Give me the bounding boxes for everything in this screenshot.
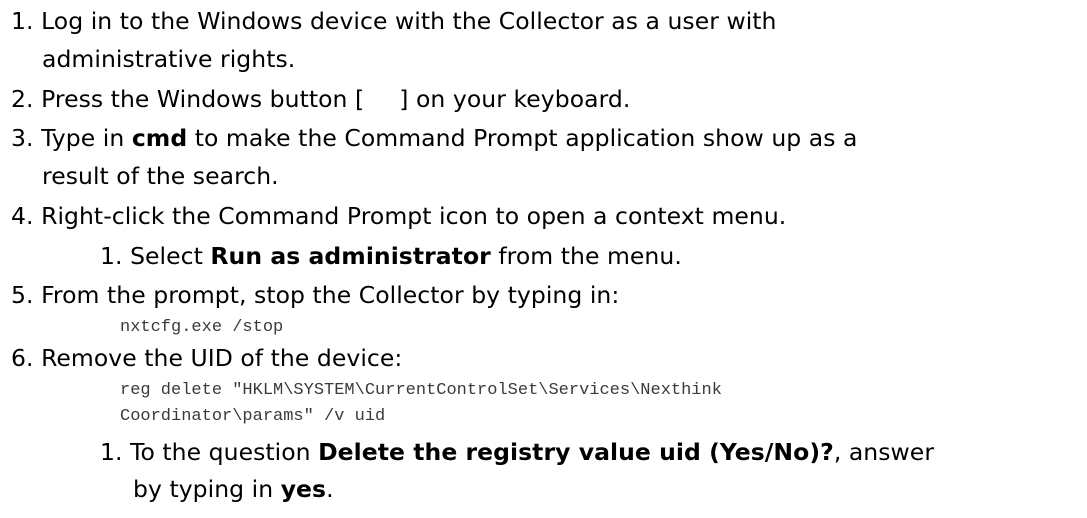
step-3-continuation: result of the search. [42,162,279,190]
step-number: 3. [11,124,34,152]
step-text: Log in to the Windows device with the Co… [41,7,777,35]
instructions-document: 1. Log in to the Windows device with the… [0,0,1087,518]
step-number: 5. [11,281,34,309]
substep-text: . [326,475,334,503]
step-text: ] on your keyboard. [399,85,631,113]
command-name: cmd [131,124,188,152]
step-4-substep-1: 1. Select Run as administrator from the … [100,241,682,271]
step-4: 4. Right-click the Command Prompt icon t… [11,201,786,231]
registry-command-code-line-1: reg delete "HKLM\SYSTEM\CurrentControlSe… [120,381,722,400]
substep-text: from the menu. [490,242,682,270]
step-1-continuation: administrative rights. [42,45,296,73]
substep-text: by typing in [133,475,281,503]
step-text: Right-click the Command Prompt icon to o… [41,202,787,230]
substep-number: 1. [100,242,123,270]
substep-number: 1. [100,438,123,466]
step-number: 2. [11,85,34,113]
substep-text: , answer [833,438,935,466]
answer-text: yes [280,475,327,503]
step-number: 6. [11,344,34,372]
step-1: 1. Log in to the Windows device with the… [11,6,777,36]
step-text: Type in [41,124,132,152]
step-6-substep-1-continuation: by typing in yes. [133,474,334,504]
step-text: Remove the UID of the device: [41,344,403,372]
menu-option-name: Run as administrator [210,242,491,270]
step-6: 6. Remove the UID of the device: [11,343,402,373]
step-2: 2. Press the Windows button [ ] on your k… [11,84,630,114]
substep-text: To the question [130,438,319,466]
prompt-question: Delete the registry value uid (Yes/No)? [318,438,834,466]
step-number: 4. [11,202,34,230]
stop-command-code: nxtcfg.exe /stop [120,318,284,337]
step-6-substep-1: 1. To the question Delete the registry v… [100,437,934,467]
step-text: From the prompt, stop the Collector by t… [41,281,620,309]
step-5: 5. From the prompt, stop the Collector b… [11,280,619,310]
step-text: to make the Command Prompt application s… [187,124,858,152]
step-text: Press the Windows button [ [41,85,365,113]
step-number: 1. [11,7,34,35]
step-3: 3. Type in cmd to make the Command Promp… [11,123,858,153]
substep-text: Select [130,242,211,270]
registry-command-code-line-2: Coordinator\params" /v uid [120,407,386,426]
